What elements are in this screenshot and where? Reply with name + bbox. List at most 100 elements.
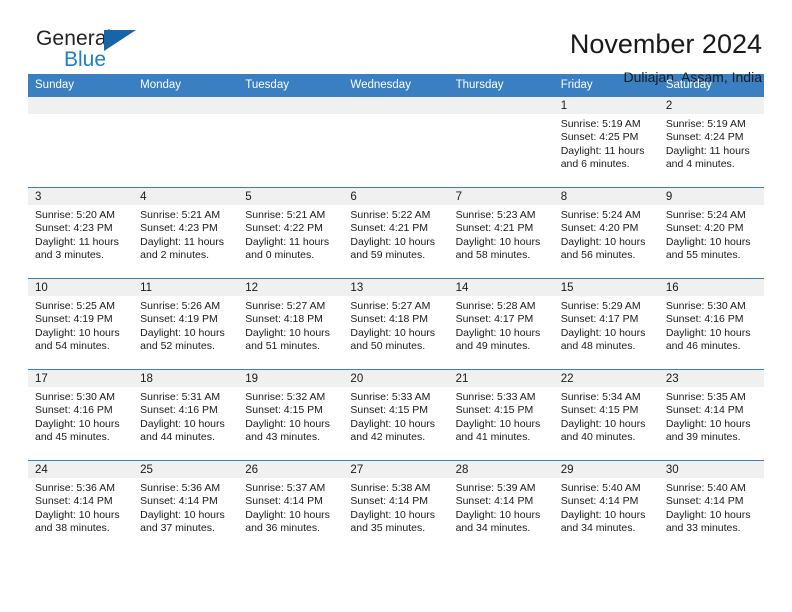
sunrise-text: Sunrise: 5:27 AM — [350, 300, 431, 312]
day-number: 25 — [133, 461, 239, 478]
calendar-cell-day[interactable]: 26 Sunrise: 5:37 AM Sunset: 4:14 PM Dayligh… — [238, 460, 344, 551]
sunrise-text: Sunrise: 5:33 AM — [350, 391, 431, 403]
sunset-text: Sunset: 4:24 PM — [665, 131, 744, 144]
calendar-cell-day[interactable]: 27 Sunrise: 5:38 AM Sunset: 4:14 PM Dayligh… — [343, 460, 449, 551]
calendar-cell-day[interactable]: 5 Sunrise: 5:21 AM Sunset: 4:22 PM Daylight… — [238, 187, 344, 279]
daylight-text-line1: Daylight: 10 hours — [245, 417, 330, 430]
calendar-cell-day[interactable]: 22 Sunrise: 5:34 AM Sunset: 4:15 PM Dayligh… — [553, 369, 659, 461]
sunrise-text: Sunrise: 5:30 AM — [665, 300, 746, 312]
calendar-cell-day[interactable]: 19 Sunrise: 5:32 AM Sunset: 4:15 PM Dayligh… — [238, 369, 344, 461]
calendar-week-row: 24 Sunrise: 5:36 AM Sunset: 4:14 PM Dayligh… — [28, 460, 764, 551]
calendar-cell-day[interactable]: 2 Sunrise: 5:19 AM Sunset: 4:24 PM Daylight… — [658, 96, 764, 188]
day-number: 26 — [238, 461, 344, 478]
calendar-cell-day[interactable]: 11 Sunrise: 5:26 AM Sunset: 4:19 PM Dayligh… — [133, 278, 239, 370]
calendar-cell-day[interactable]: 21 Sunrise: 5:33 AM Sunset: 4:15 PM Dayligh… — [448, 369, 554, 461]
daylight-text-line2: and 40 minutes. — [560, 431, 636, 444]
calendar-cell-day[interactable]: 10 Sunrise: 5:25 AM Sunset: 4:19 PM Dayligh… — [28, 278, 134, 370]
calendar-cell-day[interactable]: 4 Sunrise: 5:21 AM Sunset: 4:23 PM Daylight… — [133, 187, 239, 279]
daylight-text-line2: and 39 minutes. — [665, 431, 741, 444]
day-details: Sunrise: 5:37 AM Sunset: 4:14 PM Daylight:… — [238, 478, 343, 536]
calendar-cell-inner: 11 Sunrise: 5:26 AM Sunset: 4:19 PM Dayligh… — [133, 279, 239, 369]
day-details: Sunrise: 5:35 AM Sunset: 4:14 PM Daylight:… — [659, 387, 764, 445]
sunset-text: Sunset: 4:18 PM — [245, 313, 323, 326]
day-number: 20 — [343, 370, 449, 387]
sunset-text: Sunset: 4:14 PM — [140, 495, 218, 508]
daylight-text-line1: Daylight: 10 hours — [560, 508, 646, 521]
calendar-cell-day[interactable]: 1 Sunrise: 5:19 AM Sunset: 4:25 PM Daylight… — [553, 96, 659, 188]
daylight-text-line1: Daylight: 10 hours — [35, 417, 120, 430]
calendar-cell-day[interactable]: 16 Sunrise: 5:30 AM Sunset: 4:16 PM Dayligh… — [658, 278, 764, 370]
sunset-text: Sunset: 4:19 PM — [35, 313, 113, 326]
day-details: Sunrise: 5:31 AM Sunset: 4:16 PM Daylight:… — [133, 387, 238, 445]
day-number: 4 — [133, 188, 239, 205]
sunrise-text: Sunrise: 5:38 AM — [350, 482, 431, 494]
sunrise-text: Sunrise: 5:25 AM — [35, 300, 115, 312]
sunset-text: Sunset: 4:14 PM — [665, 404, 744, 417]
daylight-text-line1: Daylight: 10 hours — [665, 508, 751, 521]
calendar-cell-day[interactable]: 15 Sunrise: 5:29 AM Sunset: 4:17 PM Dayligh… — [553, 278, 659, 370]
sunset-text: Sunset: 4:20 PM — [560, 222, 639, 235]
day-number: 28 — [448, 461, 554, 478]
day-number: 6 — [343, 188, 449, 205]
calendar-cell-day[interactable]: 20 Sunrise: 5:33 AM Sunset: 4:15 PM Dayligh… — [343, 369, 449, 461]
calendar-cell-day[interactable]: 13 Sunrise: 5:27 AM Sunset: 4:18 PM Dayligh… — [343, 278, 449, 370]
calendar-cell-day[interactable]: 8 Sunrise: 5:24 AM Sunset: 4:20 PM Daylight… — [553, 187, 659, 279]
calendar-cell-inner: 28 Sunrise: 5:39 AM Sunset: 4:14 PM Dayligh… — [448, 461, 554, 551]
daylight-text-line1: Daylight: 10 hours — [455, 508, 541, 521]
day-number: 15 — [553, 279, 659, 296]
calendar-cell-day[interactable]: 14 Sunrise: 5:28 AM Sunset: 4:17 PM Dayligh… — [448, 278, 554, 370]
day-details: Sunrise: 5:28 AM Sunset: 4:17 PM Daylight:… — [449, 296, 554, 354]
sunset-text: Sunset: 4:14 PM — [560, 495, 639, 508]
daylight-text-line1: Daylight: 10 hours — [560, 326, 646, 339]
calendar-cell-day[interactable]: 7 Sunrise: 5:23 AM Sunset: 4:21 PM Daylight… — [448, 187, 554, 279]
daylight-text-line1: Daylight: 10 hours — [350, 417, 436, 430]
calendar-cell-day[interactable]: 18 Sunrise: 5:31 AM Sunset: 4:16 PM Dayligh… — [133, 369, 239, 461]
day-number: 9 — [658, 188, 764, 205]
generalblue-logo[interactable]: General Blue — [28, 28, 148, 76]
daylight-text-line2: and 51 minutes. — [245, 340, 320, 353]
calendar-cell-day[interactable]: 17 Sunrise: 5:30 AM Sunset: 4:16 PM Dayligh… — [28, 369, 134, 461]
sunset-text: Sunset: 4:25 PM — [560, 131, 639, 144]
day-number: 7 — [448, 188, 554, 205]
day-details: Sunrise: 5:22 AM Sunset: 4:21 PM Daylight:… — [343, 205, 448, 263]
sunset-text: Sunset: 4:14 PM — [665, 495, 744, 508]
sunset-text: Sunset: 4:17 PM — [560, 313, 639, 326]
calendar-cell-day[interactable]: 12 Sunrise: 5:27 AM Sunset: 4:18 PM Dayligh… — [238, 278, 344, 370]
day-number: 8 — [553, 188, 659, 205]
daylight-text-line1: Daylight: 11 hours — [665, 144, 750, 157]
day-details: Sunrise: 5:21 AM Sunset: 4:23 PM Daylight:… — [133, 205, 238, 263]
calendar-cell-day[interactable]: 9 Sunrise: 5:24 AM Sunset: 4:20 PM Daylight… — [658, 187, 764, 279]
day-details: Sunrise: 5:32 AM Sunset: 4:15 PM Daylight:… — [238, 387, 343, 445]
calendar-cell-day[interactable]: 28 Sunrise: 5:39 AM Sunset: 4:14 PM Dayligh… — [448, 460, 554, 551]
calendar-cell-inner — [28, 97, 134, 187]
day-number: 16 — [658, 279, 764, 296]
sunset-text: Sunset: 4:16 PM — [665, 313, 744, 326]
calendar-cell-empty — [28, 96, 134, 188]
calendar-cell-inner: 22 Sunrise: 5:34 AM Sunset: 4:15 PM Dayligh… — [553, 370, 659, 460]
calendar-cell-day[interactable]: 29 Sunrise: 5:40 AM Sunset: 4:14 PM Dayligh… — [553, 460, 659, 551]
calendar-cell-day[interactable]: 24 Sunrise: 5:36 AM Sunset: 4:14 PM Dayligh… — [28, 460, 134, 551]
calendar-cell-day[interactable]: 23 Sunrise: 5:35 AM Sunset: 4:14 PM Dayligh… — [658, 369, 764, 461]
calendar-cell-day[interactable]: 25 Sunrise: 5:36 AM Sunset: 4:14 PM Dayligh… — [133, 460, 239, 551]
calendar-cell-inner: 5 Sunrise: 5:21 AM Sunset: 4:22 PM Daylight… — [238, 188, 344, 278]
calendar-cell-day[interactable]: 6 Sunrise: 5:22 AM Sunset: 4:21 PM Daylight… — [343, 187, 449, 279]
sunset-text: Sunset: 4:14 PM — [35, 495, 113, 508]
day-details: Sunrise: 5:19 AM Sunset: 4:25 PM Daylight:… — [554, 114, 659, 172]
day-number: 22 — [553, 370, 659, 387]
daylight-text-line1: Daylight: 11 hours — [140, 235, 224, 248]
sunset-text: Sunset: 4:19 PM — [140, 313, 218, 326]
calendar-cell-empty — [133, 96, 239, 188]
day-details: Sunrise: 5:39 AM Sunset: 4:14 PM Daylight:… — [449, 478, 554, 536]
sunrise-text: Sunrise: 5:19 AM — [665, 118, 746, 130]
day-number — [238, 97, 344, 114]
calendar-cell-inner: 1 Sunrise: 5:19 AM Sunset: 4:25 PM Daylight… — [553, 97, 659, 187]
calendar-cell-inner: 16 Sunrise: 5:30 AM Sunset: 4:16 PM Dayligh… — [658, 279, 764, 369]
weekday-header-wednesday: Wednesday — [343, 74, 449, 97]
day-number: 24 — [28, 461, 134, 478]
daylight-text-line1: Daylight: 10 hours — [35, 326, 120, 339]
calendar-cell-day[interactable]: 30 Sunrise: 5:40 AM Sunset: 4:14 PM Dayligh… — [658, 460, 764, 551]
calendar-cell-day[interactable]: 3 Sunrise: 5:20 AM Sunset: 4:23 PM Daylight… — [28, 187, 134, 279]
day-number: 2 — [658, 97, 764, 114]
daylight-text-line2: and 35 minutes. — [350, 522, 426, 535]
day-number — [133, 97, 239, 114]
